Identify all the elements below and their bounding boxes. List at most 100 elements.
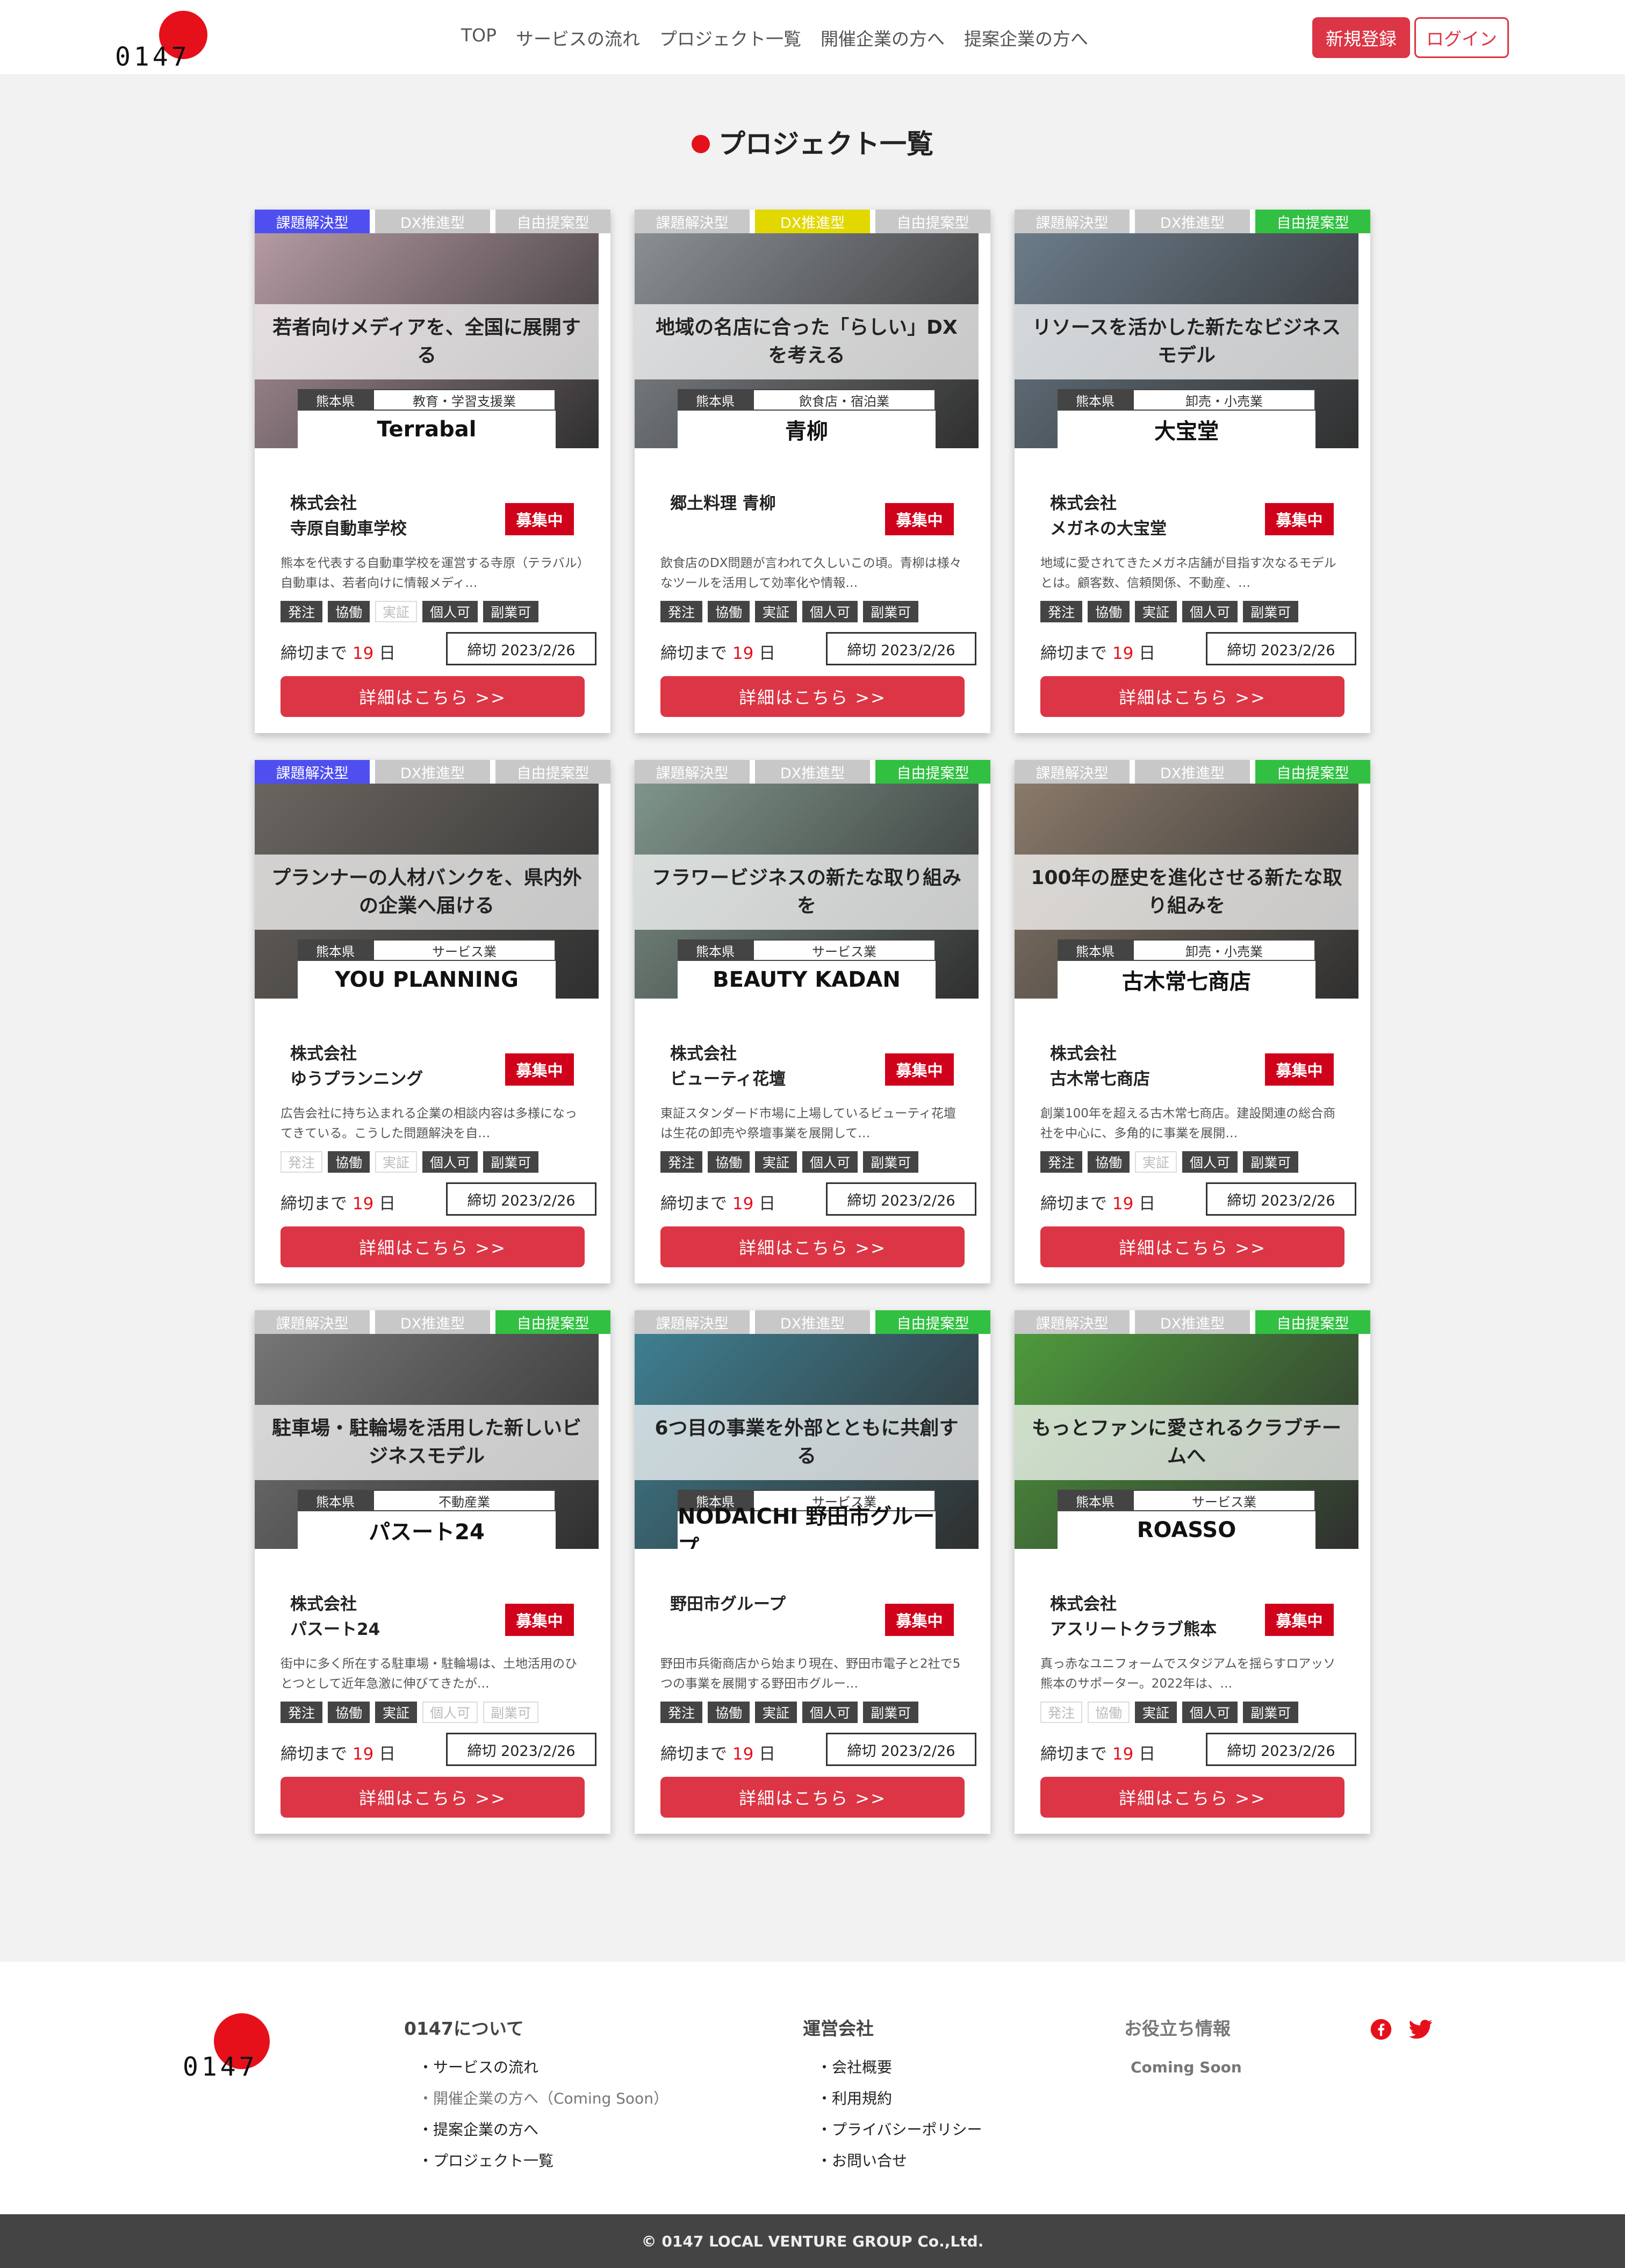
card-type-tags: 課題解決型 DX推進型 自由提案型 [635,760,990,784]
detail-button[interactable]: 詳細はこちら >> [281,1777,585,1818]
footer-link-company[interactable]: ・会社概要 [803,2052,982,2083]
card-title: 駐車場・駐輪場を活用した新しいビジネスモデル [255,1405,599,1480]
footer-link-hosts[interactable]: ・開催企業の方へ（Coming Soon） [404,2083,668,2114]
card-description: 地域に愛されてきたメガネ店舗が目指す次なるモデルとは。顧客数、信頼関係、不動産、… [1040,556,1336,590]
type-tag: 課題解決型 [635,210,750,233]
card-title: リソースを活かした新たなビジネスモデル [1015,304,1358,379]
nav-service-flow[interactable]: サービスの流れ [516,25,640,51]
flag-badge: 個人可 [1182,601,1238,622]
days-number: 19 [352,1745,374,1764]
detail-button[interactable]: 詳細はこちら >> [1040,1226,1344,1267]
detail-button[interactable]: 詳細はこちら >> [281,1226,585,1267]
card-hero: もっとファンに愛されるクラブチームへ 熊本県 サービス業 ROASSO [1015,1334,1358,1549]
flag-badge: 発注 [1040,601,1083,622]
deadline-box: 締切 2023/2/26 [446,632,596,665]
flag-badge: 協働 [1088,1151,1130,1173]
type-tag: DX推進型 [755,1310,870,1334]
flag-badge: 実証 [755,1702,797,1723]
footer-link-projects[interactable]: ・プロジェクト一覧 [404,2145,668,2177]
card-prefecture: 熊本県 [1058,939,1133,961]
card-type-tags: 課題解決型 DX推進型 自由提案型 [1015,1310,1370,1334]
flag-badge: 発注 [281,1151,323,1173]
footer-col-info: お役立ち情報 Coming Soon [1124,2014,1242,2083]
register-button[interactable]: 新規登録 [1312,17,1410,58]
detail-button[interactable]: 詳細はこちら >> [1040,676,1344,717]
days-suffix: 日 [1139,644,1156,663]
login-button[interactable]: ログイン [1414,17,1509,58]
flag-badge: 個人可 [1182,1151,1238,1173]
days-suffix: 日 [1139,1745,1156,1764]
card-description: 東証スタンダード市場に上場しているビューティ花壇は生花の卸売や祭壇事業を展開して… [660,1107,956,1140]
card-type-tags: 課題解決型 DX推進型 自由提案型 [635,210,990,233]
status-badge: 募集中 [505,1604,574,1636]
card-prefecture: 熊本県 [1058,1490,1133,1511]
flag-badge: 個人可 [802,601,858,622]
project-card[interactable]: 課題解決型 DX推進型 自由提案型 若者向けメディアを、全国に展開する 熊本県 教育… [255,210,610,733]
card-flags: 発注 協働 実証 個人可 副業可 [660,1151,919,1173]
detail-button[interactable]: 詳細はこちら >> [660,1777,965,1818]
site-footer: 0147 0147について ・サービスの流れ ・開催企業の方へ（Coming S… [0,1962,1625,2214]
footer-link-proposers[interactable]: ・提案企業の方へ [404,2114,668,2145]
type-tag: 自由提案型 [875,760,990,784]
project-card[interactable]: 課題解決型 DX推進型 自由提案型 地域の名店に合った「らしい」DXを考える 熊本県… [635,210,990,733]
days-number: 19 [352,644,374,663]
type-tag: 自由提案型 [495,1310,610,1334]
days-prefix: 締切まで [281,1745,347,1764]
project-card[interactable]: 課題解決型 DX推進型 自由提案型 フラワービジネスの新たな取り組みを 熊本県 サー… [635,760,990,1283]
company-name: 株式会社 古木常七商店 [1050,1044,1150,1089]
project-card[interactable]: 課題解決型 DX推進型 自由提案型 リソースを活かした新たなビジネスモデル 熊本県 … [1015,210,1370,733]
footer-link-service-flow[interactable]: ・サービスの流れ [404,2052,668,2083]
detail-button[interactable]: 詳細はこちら >> [660,1226,965,1267]
nav-hosts[interactable]: 開催企業の方へ [821,25,945,51]
flag-badge: 協働 [328,601,370,622]
days-number: 19 [732,644,754,663]
type-tag: 自由提案型 [1255,760,1370,784]
flag-badge: 副業可 [863,1702,919,1723]
flag-badge: 協働 [328,1151,370,1173]
detail-button[interactable]: 詳細はこちら >> [281,676,585,717]
type-tag: DX推進型 [1135,210,1250,233]
days-left: 締切まで 19 日 [1040,1740,1155,1764]
nav-top[interactable]: TOP [461,25,497,51]
footer-link-terms[interactable]: ・利用規約 [803,2083,982,2114]
type-tag: 自由提案型 [495,760,610,784]
site-logo[interactable]: 0147 [115,11,207,75]
nav-projects[interactable]: プロジェクト一覧 [659,25,801,51]
card-flags: 発注 協働 実証 個人可 副業可 [660,601,919,622]
footer-link-contact[interactable]: ・お問い合せ [803,2145,982,2177]
footer-logo[interactable]: 0147 [183,2013,274,2082]
project-card[interactable]: 課題解決型 DX推進型 自由提案型 もっとファンに愛されるクラブチームへ 熊本県 サ… [1015,1310,1370,1834]
twitter-icon[interactable] [1409,2018,1433,2041]
flag-badge: 発注 [1040,1702,1083,1723]
deadline-box: 締切 2023/2/26 [826,1182,976,1216]
card-hero: 6つ目の事業を外部とともに共創する 熊本県 サービス業 NODAICHI 野田市… [635,1334,979,1549]
detail-button[interactable]: 詳細はこちら >> [1040,1777,1344,1818]
flag-badge: 発注 [281,601,323,622]
card-location: 熊本県 教育・学習支援業 [298,389,556,411]
status-badge: 募集中 [885,503,954,535]
days-number: 19 [1112,644,1134,663]
card-hero: リソースを活かした新たなビジネスモデル 熊本県 卸売・小売業 大宝堂 [1015,233,1358,448]
type-tag: 課題解決型 [1015,760,1130,784]
facebook-icon[interactable] [1369,2018,1393,2041]
flag-badge: 協働 [708,1702,750,1723]
card-hero: 地域の名店に合った「らしい」DXを考える 熊本県 飲食店・宿泊業 青柳 [635,233,979,448]
deadline-box: 締切 2023/2/26 [826,1733,976,1766]
flag-badge: 実証 [1135,1702,1177,1723]
nav-proposers[interactable]: 提案企業の方へ [964,25,1088,51]
project-card[interactable]: 課題解決型 DX推進型 自由提案型 プランナーの人材バンクを、県内外の企業へ届ける … [255,760,610,1283]
type-tag: 自由提案型 [1255,210,1370,233]
project-card[interactable]: 課題解決型 DX推進型 自由提案型 6つ目の事業を外部とともに共創する 熊本県 サー… [635,1310,990,1834]
detail-button[interactable]: 詳細はこちら >> [660,676,965,717]
flag-badge: 発注 [1040,1151,1083,1173]
project-card[interactable]: 課題解決型 DX推進型 自由提案型 駐車場・駐輪場を活用した新しいビジネスモデル 熊… [255,1310,610,1834]
flag-badge: 発注 [281,1702,323,1723]
project-card[interactable]: 課題解決型 DX推進型 自由提案型 100年の歴史を進化させる新たな取り組みを 熊本… [1015,760,1370,1283]
company-logo: パスート24 [298,1511,556,1549]
copyright-bar: © 0147 LOCAL VENTURE GROUP Co.,Ltd. [0,2214,1625,2268]
footer-link-privacy[interactable]: ・プライバシーポリシー [803,2114,982,2145]
company-logo: Terrabal [298,411,556,448]
days-suffix: 日 [759,1745,776,1764]
card-prefecture: 熊本県 [678,389,753,411]
flag-badge: 副業可 [863,601,919,622]
